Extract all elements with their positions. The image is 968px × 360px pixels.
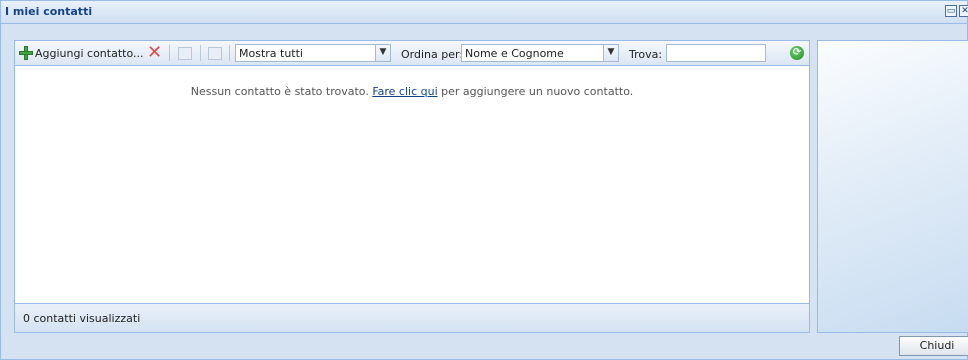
edit-icon [178, 46, 192, 60]
toolbar-divider [169, 45, 170, 61]
sort-label: Ordina per: [401, 48, 464, 61]
sort-select[interactable]: Nome e Cognome ▼ [461, 44, 619, 62]
chevron-down-icon[interactable]: ▼ [375, 45, 390, 61]
delete-x-icon: ✕ [147, 42, 163, 63]
preview-panel [817, 40, 968, 333]
close-button[interactable]: Chiudi [899, 336, 968, 356]
close-icon[interactable]: ✕ [959, 5, 968, 17]
contact-count: 0 contatti visualizzati [23, 312, 141, 325]
toolbar-divider [229, 45, 230, 61]
toolbar: Aggiungi contatto... ✕ Mostra tutti ▼ Or… [15, 41, 809, 66]
edit-button[interactable] [178, 44, 192, 62]
filter-select[interactable]: Mostra tutti ▼ [235, 44, 391, 62]
sort-select-value: Nome e Cognome [465, 46, 564, 60]
add-icon [19, 46, 33, 60]
vcard-button[interactable] [208, 44, 222, 62]
add-contact-label: Aggiungi contatto... [35, 46, 144, 60]
add-contact-link[interactable]: Fare clic qui [372, 85, 437, 98]
title-bar[interactable]: I miei contatti ▭ ✕ [1, 1, 968, 24]
chevron-down-icon[interactable]: ▼ [603, 45, 618, 61]
toolbar-divider [200, 45, 201, 61]
maximize-icon[interactable]: ▭ [945, 5, 957, 17]
window-title: I miei contatti [5, 5, 93, 18]
contacts-window: I miei contatti ▭ ✕ Aggiungi contatto...… [0, 0, 968, 360]
status-bar: 0 contatti visualizzati [15, 303, 809, 332]
empty-message-suffix: per aggiungere un nuovo contatto. [441, 85, 634, 98]
empty-message: Nessun contatto è stato trovato. Fare cl… [15, 85, 809, 98]
contacts-panel: Aggiungi contatto... ✕ Mostra tutti ▼ Or… [14, 40, 810, 333]
search-input[interactable] [666, 44, 766, 62]
filter-select-value: Mostra tutti [239, 46, 303, 60]
refresh-icon[interactable]: ⟳ [790, 46, 804, 60]
add-contact-button[interactable]: Aggiungi contatto... [19, 44, 143, 62]
empty-message-text: Nessun contatto è stato trovato. [190, 85, 369, 98]
search-label: Trova: [629, 48, 663, 61]
card-icon [208, 46, 222, 60]
delete-button[interactable]: ✕ [147, 44, 162, 62]
